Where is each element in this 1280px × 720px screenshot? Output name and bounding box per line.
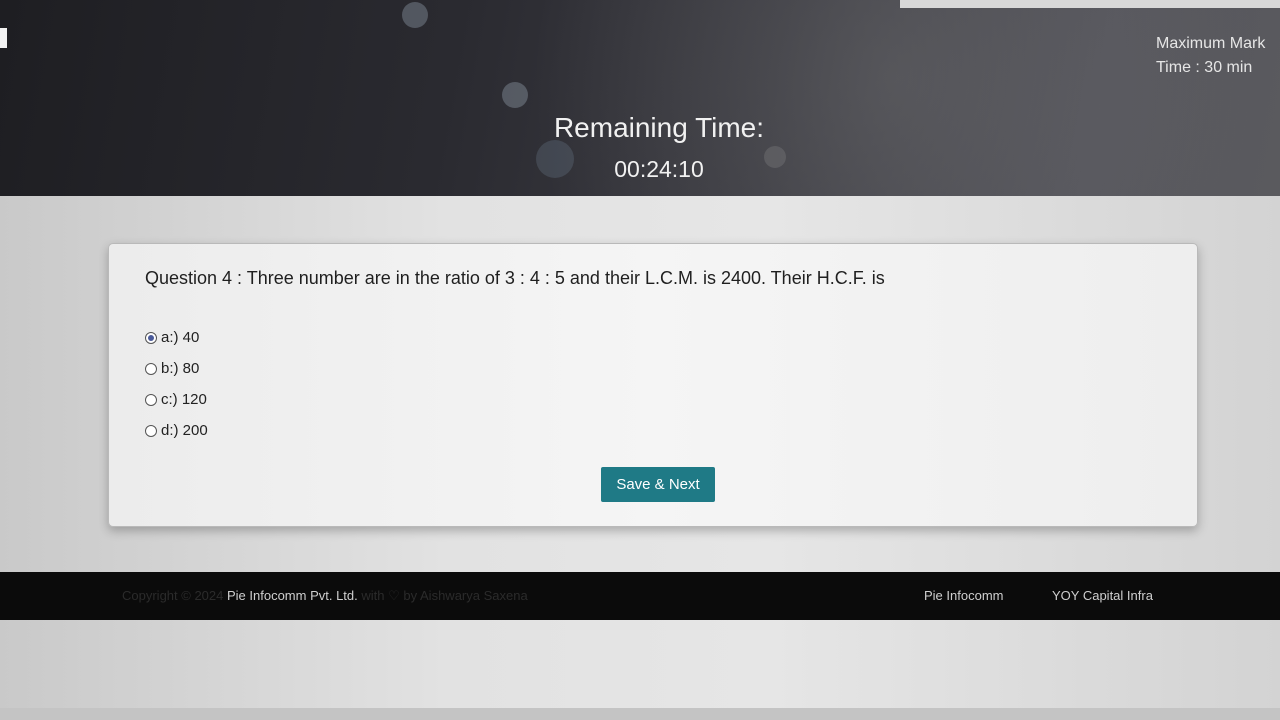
header-banner: Remaining Time: 00:24:10 Maximum Mark Ti… — [0, 0, 1280, 196]
banner-top-strip — [900, 0, 1280, 8]
option-label: c:) 120 — [161, 391, 207, 408]
radio-button-selected[interactable] — [145, 331, 157, 344]
radio-button[interactable] — [145, 362, 157, 375]
taskbar-edge — [0, 708, 1280, 720]
remaining-time-label: Remaining Time: — [553, 112, 765, 143]
question-card: Question 4 : Three number are in the rat… — [108, 243, 1198, 527]
edge-marker — [0, 28, 7, 48]
footer-link-yoy-capital-infra[interactable]: YOY Capital Infra — [1052, 588, 1153, 603]
footer-link-pie-infocomm[interactable]: Pie Infocomm — [924, 588, 1003, 603]
time-limit-text: Time : 30 min — [1156, 59, 1253, 76]
option-a[interactable]: a:) 40 — [145, 322, 208, 353]
radio-button[interactable] — [145, 393, 157, 406]
copyright-prefix: Copyright © 2024 — [122, 588, 224, 603]
save-next-button[interactable]: Save & Next — [601, 467, 715, 502]
maximum-marks-text: Maximum Mark — [1156, 35, 1266, 52]
answer-options: a:) 40 b:) 80 c:) 120 d:) 200 — [145, 322, 208, 446]
option-label: d:) 200 — [161, 422, 208, 439]
question-text: Question 4 : Three number are in the rat… — [145, 268, 885, 288]
made-with-text: with ♡ by Aishwarya Saxena — [361, 588, 528, 603]
option-label: b:) 80 — [161, 360, 200, 377]
exam-page: Remaining Time: 00:24:10 Maximum Mark Ti… — [0, 0, 1280, 720]
bokeh-light — [764, 146, 786, 168]
radio-button[interactable] — [145, 424, 157, 437]
page-footer: Copyright © 2024 Pie Infocomm Pvt. Ltd. … — [0, 572, 1280, 620]
option-b[interactable]: b:) 80 — [145, 353, 208, 384]
remaining-time-value: 00:24:10 — [614, 156, 704, 182]
option-d[interactable]: d:) 200 — [145, 415, 208, 446]
bokeh-light — [402, 2, 428, 28]
option-c[interactable]: c:) 120 — [145, 384, 208, 415]
company-name: Pie Infocomm Pvt. Ltd. — [226, 588, 358, 603]
option-label: a:) 40 — [161, 329, 200, 346]
copyright-text: Copyright © 2024 Pie Infocomm Pvt. Ltd. … — [122, 588, 528, 604]
bokeh-light — [502, 82, 528, 108]
